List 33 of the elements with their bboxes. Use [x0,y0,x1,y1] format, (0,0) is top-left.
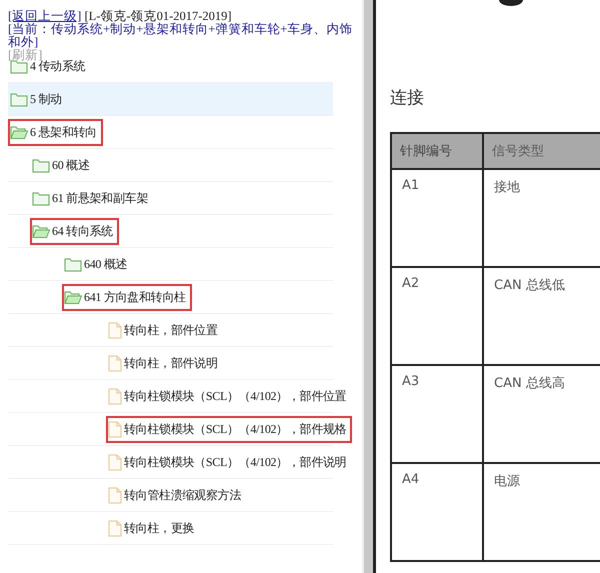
tree-item[interactable]: 61 前悬架和副车架 [52,190,148,206]
document-icon [108,420,122,438]
table-cell: A4 [391,463,483,561]
tree-item[interactable]: 640 概述 [84,256,128,272]
tree-item[interactable]: 64 转向系统 [52,222,113,240]
document-icon [108,388,122,404]
tree-item[interactable]: 转向管柱溃缩观察方法 [124,486,242,504]
section-heading: 连接 [390,87,425,110]
tree-item[interactable]: 6 悬架和转向 [30,124,97,140]
document-icon [108,454,122,470]
column-header: 针脚编号 [391,133,483,169]
tree-item[interactable]: 转向柱锁模块（SCL）（4/102），部件说明 [124,454,346,470]
tree-item[interactable]: 转向柱，部件说明 [124,354,218,372]
back-link[interactable]: [返回上一级] [8,9,82,23]
image-fragment [496,0,526,8]
tree-item[interactable]: 60 概述 [52,156,90,174]
current-path: [当前：传动系统+制动+悬架和转向+弹簧和车轮+车身、内饰和外] [8,23,354,49]
tree-item[interactable]: 转向柱锁模块（SCL）（4/102），部件位置 [124,388,346,404]
scrollbar[interactable] [362,0,373,573]
tree-item[interactable]: 转向柱锁模块（SCL）（4/102），部件规格 [124,420,346,438]
document-icon [108,322,122,338]
tree-item[interactable]: 5 制动 [30,90,62,108]
document-icon [108,354,122,372]
tree-item[interactable]: 641 方向盘和转向柱 [84,288,186,306]
table-cell: A1 [391,169,483,267]
model-label: [L-领克-领克01-2017-2019] [84,9,232,23]
tree-item[interactable]: 转向柱，更换 [124,520,194,536]
column-header: 信号类型 [483,133,600,169]
document-icon [108,486,122,504]
table-cell: A2 [391,267,483,365]
table-cell: A3 [391,365,483,463]
tree-item[interactable]: 转向柱，部件位置 [124,322,218,338]
document-icon [108,520,122,536]
